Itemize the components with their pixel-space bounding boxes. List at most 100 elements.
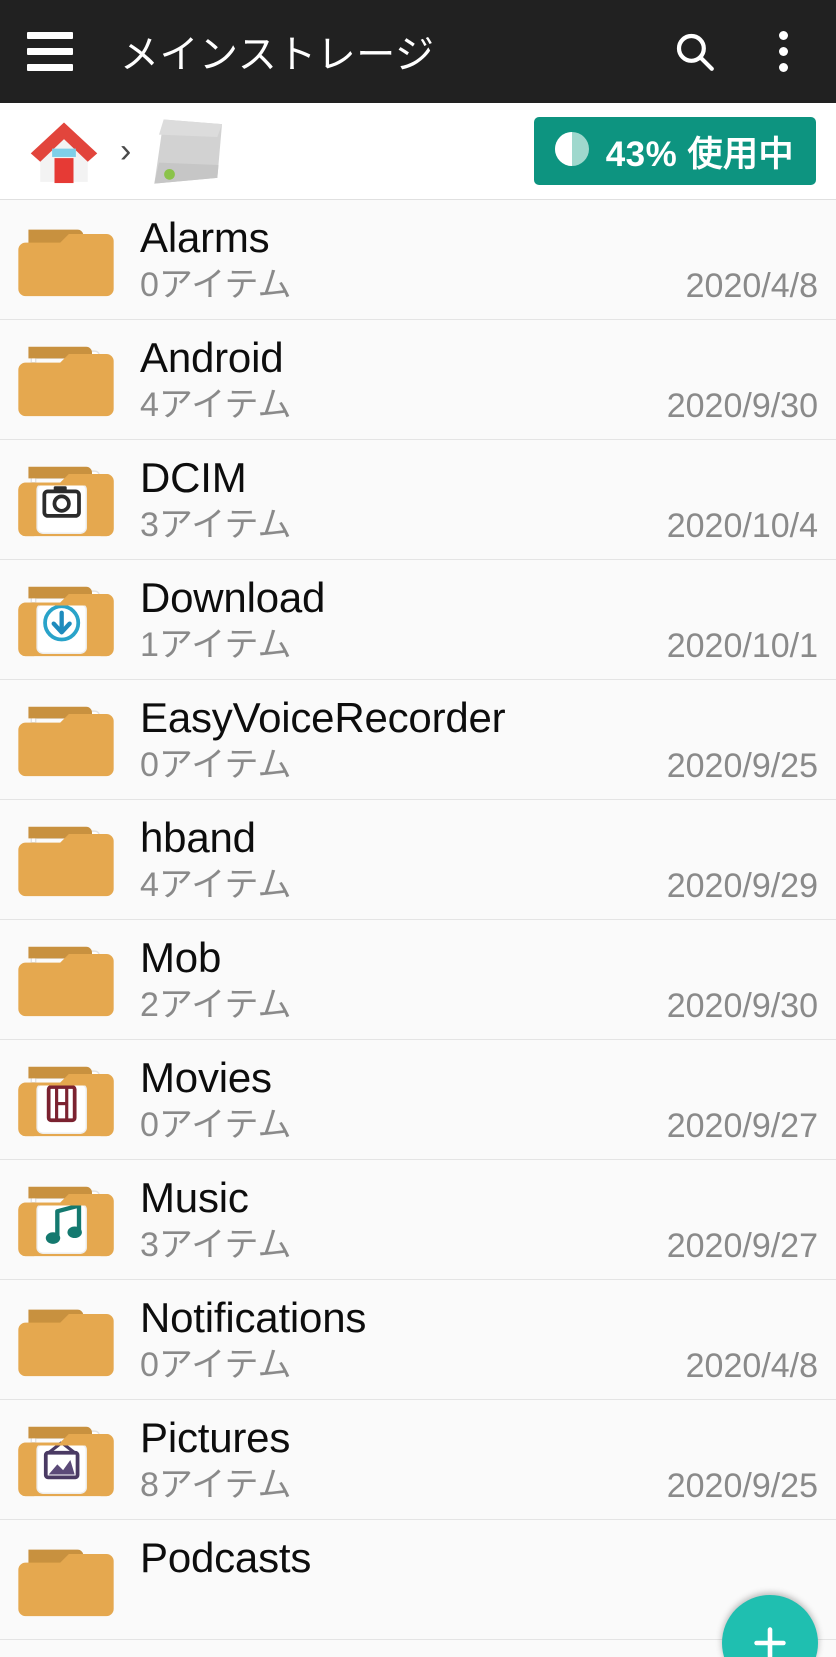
hamburger-line: [27, 64, 73, 71]
table-row[interactable]: DCIM 3アイテム 2020/10/4: [0, 440, 836, 560]
folder-item-count: 0アイテム: [140, 745, 292, 784]
folder-modified-date: 2020/9/25: [666, 1466, 818, 1505]
hamburger-line: [27, 32, 73, 39]
folder-modified-date: 2020/9/27: [666, 1226, 818, 1265]
file-manager-screen: メインストレージ › 43% 使用中 Alarms 0アイテム 2020/4/8…: [0, 0, 836, 1657]
folder-icon: [18, 706, 114, 776]
page-title: メインストレージ: [120, 33, 435, 77]
breadcrumb-item-home[interactable]: [18, 111, 110, 191]
table-row[interactable]: Pictures 8アイテム 2020/9/25: [0, 1400, 836, 1520]
row-meta: Music 3アイテム 2020/9/27: [140, 1168, 818, 1272]
folder-modified-date: 2020/9/29: [666, 866, 818, 905]
folder-name: Alarms: [140, 213, 270, 261]
folder-item-count: 3アイテム: [140, 1225, 292, 1264]
folder-picture-icon: [18, 1426, 114, 1496]
table-row[interactable]: Mob 2アイテム 2020/9/30: [0, 920, 836, 1040]
folder-modified-date: 2020/9/30: [666, 986, 818, 1025]
folder-icon-wrap: [14, 328, 118, 432]
folder-icon: [18, 826, 114, 896]
overflow-dots: [778, 31, 788, 72]
folder-item-count: 8アイテム: [140, 1465, 292, 1504]
folder-name: Android: [140, 333, 284, 381]
table-row[interactable]: hband 4アイテム 2020/9/29: [0, 800, 836, 920]
row-meta: Android 4アイテム 2020/9/30: [140, 328, 818, 432]
row-meta: Download 1アイテム 2020/10/1: [140, 568, 818, 672]
table-row[interactable]: Movies 0アイテム 2020/9/27: [0, 1040, 836, 1160]
folder-item-count: 4アイテム: [140, 385, 292, 424]
table-row[interactable]: Music 3アイテム 2020/9/27: [0, 1160, 836, 1280]
row-meta: Pictures 8アイテム 2020/9/25: [140, 1408, 818, 1512]
overflow-dot: [778, 47, 788, 56]
row-meta: EasyVoiceRecorder 0アイテム 2020/9/25: [140, 688, 818, 792]
table-row[interactable]: EasyVoiceRecorder 0アイテム 2020/9/25: [0, 680, 836, 800]
table-row[interactable]: Alarms 0アイテム 2020/4/8: [0, 200, 836, 320]
folder-name: DCIM: [140, 453, 247, 501]
row-meta: Notifications 0アイテム 2020/4/8: [140, 1288, 818, 1392]
breadcrumb-bar: › 43% 使用中: [0, 103, 836, 200]
overflow-dot: [778, 63, 788, 72]
folder-icon: [18, 946, 114, 1016]
folder-icon-wrap: [14, 1048, 118, 1152]
folder-icon-wrap: [14, 1408, 118, 1512]
folder-camera-icon: [18, 466, 114, 536]
folder-icon-wrap: [14, 1528, 118, 1632]
folder-icon-wrap: [14, 1168, 118, 1272]
folder-icon-wrap: [14, 928, 118, 1032]
folder-icon-wrap: [14, 1288, 118, 1392]
folder-name: EasyVoiceRecorder: [140, 693, 506, 741]
folder-icon: [18, 1549, 114, 1616]
table-row[interactable]: Download 1アイテム 2020/10/1: [0, 560, 836, 680]
folder-name: Mob: [140, 933, 222, 981]
row-meta: Podcasts: [140, 1528, 818, 1632]
folder-icon: [18, 229, 114, 296]
folder-item-count: 3アイテム: [140, 505, 292, 544]
folder-icon-wrap: [14, 208, 118, 312]
folder-icon-wrap: [14, 688, 118, 792]
app-bar-actions: [664, 21, 814, 83]
breadcrumb-item-storage[interactable]: [141, 111, 233, 191]
table-row[interactable]: Notifications 0アイテム 2020/4/8: [0, 1280, 836, 1400]
folder-modified-date: 2020/4/8: [685, 1346, 818, 1385]
row-meta: DCIM 3アイテム 2020/10/4: [140, 448, 818, 552]
folder-download-icon: [18, 586, 114, 656]
overflow-menu-icon[interactable]: [752, 21, 814, 83]
folder-modified-date: 2020/4/8: [685, 266, 818, 305]
folder-item-count: 2アイテム: [140, 985, 292, 1024]
folder-name: Download: [140, 573, 326, 621]
folder-item-count: 1アイテム: [140, 625, 292, 664]
storage-drive-icon: [154, 119, 223, 184]
folder-item-count: 4アイテム: [140, 865, 292, 904]
folder-name: hband: [140, 813, 256, 861]
search-icon[interactable]: [664, 21, 726, 83]
breadcrumb-separator: ›: [120, 132, 132, 170]
file-list[interactable]: Alarms 0アイテム 2020/4/8 Android 4アイテム 2020…: [0, 200, 836, 1657]
hamburger-menu-icon[interactable]: [22, 24, 78, 80]
folder-name: Music: [140, 1173, 249, 1221]
row-meta: hband 4アイテム 2020/9/29: [140, 808, 818, 912]
hamburger-line: [27, 48, 73, 55]
folder-modified-date: 2020/10/1: [666, 626, 818, 665]
row-meta: Mob 2アイテム 2020/9/30: [140, 928, 818, 1032]
folder-icon-wrap: [14, 808, 118, 912]
folder-item-count: 0アイテム: [140, 265, 292, 304]
pie-chart-icon: [552, 129, 592, 174]
folder-modified-date: 2020/9/25: [666, 746, 818, 785]
storage-usage-badge[interactable]: 43% 使用中: [533, 117, 816, 185]
folder-name: Movies: [140, 1053, 272, 1101]
overflow-dot: [778, 31, 788, 40]
folder-name: Pictures: [140, 1413, 291, 1461]
folder-item-count: 0アイテム: [140, 1105, 292, 1144]
folder-music-icon: [18, 1186, 114, 1256]
folder-icon-wrap: [14, 568, 118, 672]
folder-modified-date: 2020/9/30: [666, 386, 818, 425]
folder-icon: [18, 1309, 114, 1376]
storage-usage-label: 43% 使用中: [605, 134, 794, 174]
breadcrumb: ›: [18, 111, 534, 191]
folder-modified-date: 2020/9/27: [666, 1106, 818, 1145]
folder-modified-date: 2020/10/4: [666, 506, 818, 545]
folder-movie-icon: [18, 1066, 114, 1136]
app-bar: メインストレージ: [0, 0, 836, 103]
table-row[interactable]: Podcasts: [0, 1520, 836, 1640]
row-meta: Alarms 0アイテム 2020/4/8: [140, 208, 818, 312]
table-row[interactable]: Android 4アイテム 2020/9/30: [0, 320, 836, 440]
